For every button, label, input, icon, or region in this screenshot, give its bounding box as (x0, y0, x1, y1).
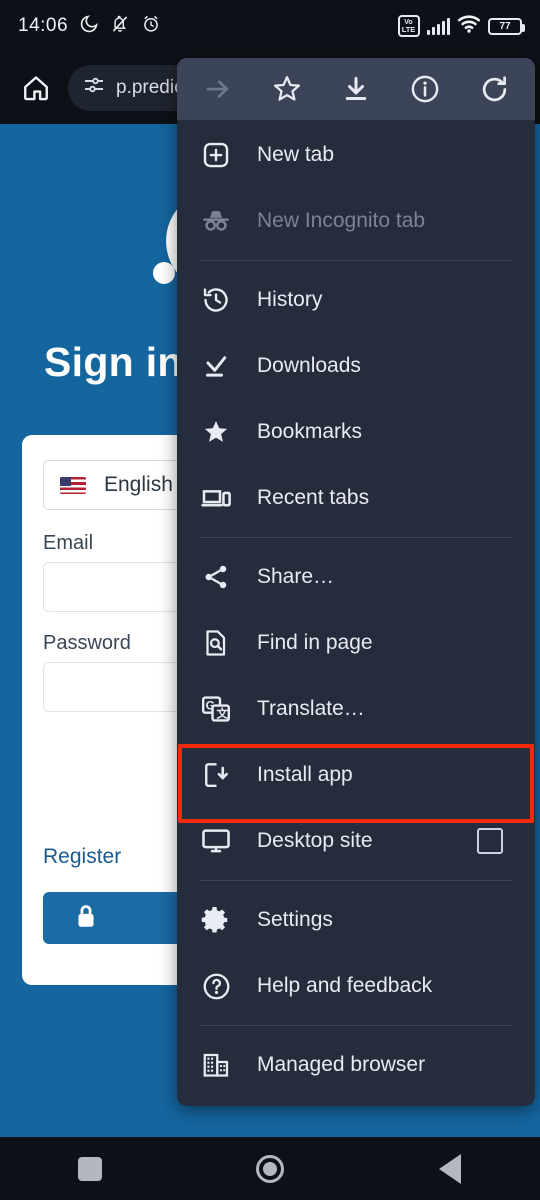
new-tab-icon (199, 138, 233, 172)
password-label: Password (43, 632, 131, 654)
battery-icon: 77 (488, 17, 525, 35)
nav-back-button[interactable] (405, 1137, 495, 1200)
history-icon (199, 283, 233, 317)
translate-icon: G 文 (199, 692, 233, 726)
menu-item-bookmarks[interactable]: Bookmarks (177, 399, 535, 465)
recent-tabs-icon (199, 481, 233, 515)
volte-bottom-label: LTE (401, 24, 416, 34)
status-left-group: 14:06 (18, 14, 161, 39)
building-icon (199, 1048, 233, 1082)
menu-item-new-tab[interactable]: New tab (177, 122, 535, 188)
menu-divider (199, 537, 513, 538)
install-app-icon (199, 758, 233, 792)
square-icon (78, 1156, 102, 1181)
menu-item-label: History (257, 288, 323, 311)
menu-divider (199, 260, 513, 261)
menu-item-downloads[interactable]: Downloads (177, 333, 535, 399)
status-clock: 14:06 (18, 15, 69, 36)
menu-item-install-app[interactable]: Install app (177, 742, 535, 808)
menu-item-label: Translate… (257, 697, 365, 720)
menu-item-managed-browser[interactable]: Managed browser (177, 1032, 535, 1098)
menu-item-history[interactable]: History (177, 267, 535, 333)
forward-button (192, 63, 244, 115)
bell-muted-icon (110, 14, 130, 39)
signal-bars-icon (426, 17, 450, 35)
menu-item-list: New tab New Incognito tab History Downlo… (177, 120, 535, 1098)
menu-item-settings[interactable]: Settings (177, 887, 535, 953)
help-icon (199, 969, 233, 1003)
share-icon (199, 560, 233, 594)
bookmark-button[interactable] (261, 63, 313, 115)
menu-item-desktop-site[interactable]: Desktop site (177, 808, 535, 874)
menu-item-label: Help and feedback (257, 974, 433, 997)
menu-top-action-row (177, 58, 535, 120)
menu-item-label: New Incognito tab (257, 209, 426, 232)
nav-recents-button[interactable] (45, 1137, 135, 1200)
triangle-back-icon (439, 1153, 461, 1184)
menu-divider (199, 1025, 513, 1026)
desktop-site-checkbox[interactable] (477, 828, 503, 854)
us-flag-icon (60, 476, 86, 494)
menu-item-label: Share… (257, 565, 335, 588)
lock-icon (73, 902, 99, 935)
star-filled-icon (199, 415, 233, 449)
menu-item-label: Desktop site (257, 829, 373, 852)
menu-item-label: New tab (257, 143, 335, 166)
status-right-group: Vo LTE 77 (397, 14, 525, 39)
language-value: English (104, 473, 173, 496)
menu-item-label: Downloads (257, 354, 361, 377)
desktop-icon (199, 824, 233, 858)
downloads-icon (199, 349, 233, 383)
menu-item-label: Install app (257, 763, 353, 786)
menu-item-share[interactable]: Share… (177, 544, 535, 610)
home-icon[interactable] (14, 66, 58, 110)
alarm-icon (141, 14, 161, 39)
tune-icon[interactable] (82, 73, 106, 103)
menu-item-label: Find in page (257, 631, 373, 654)
menu-item-new-incognito-tab: New Incognito tab (177, 188, 535, 254)
status-bar: 14:06 Vo LTE 77 (0, 0, 540, 52)
android-nav-bar (0, 1137, 540, 1200)
page-title: Sign in (44, 339, 183, 385)
volte-icon: Vo LTE (397, 15, 420, 37)
menu-divider (199, 880, 513, 881)
menu-item-help-and-feedback[interactable]: Help and feedback (177, 953, 535, 1019)
download-button[interactable] (330, 63, 382, 115)
menu-item-recent-tabs[interactable]: Recent tabs (177, 465, 535, 531)
menu-item-translate[interactable]: G 文 Translate… (177, 676, 535, 742)
reload-button[interactable] (468, 63, 520, 115)
circle-icon (256, 1154, 284, 1183)
gear-icon (199, 903, 233, 937)
email-label: Email (43, 532, 94, 554)
url-text: p.predic (116, 77, 184, 98)
menu-item-find-in-page[interactable]: Find in page (177, 610, 535, 676)
register-link[interactable]: Register (43, 845, 121, 869)
incognito-icon (199, 204, 233, 238)
wifi-icon (457, 14, 481, 39)
menu-item-label: Bookmarks (257, 420, 363, 443)
nav-home-button[interactable] (225, 1137, 315, 1200)
moon-icon (79, 14, 99, 39)
menu-item-label: Recent tabs (257, 486, 370, 509)
find-in-page-icon (199, 626, 233, 660)
svg-text:文: 文 (217, 707, 229, 721)
page-info-button[interactable] (399, 63, 451, 115)
browser-menu: New tab New Incognito tab History Downlo… (177, 58, 535, 1106)
menu-item-label: Settings (257, 908, 333, 931)
menu-item-label: Managed browser (257, 1053, 426, 1076)
battery-level-label: 77 (499, 20, 511, 32)
